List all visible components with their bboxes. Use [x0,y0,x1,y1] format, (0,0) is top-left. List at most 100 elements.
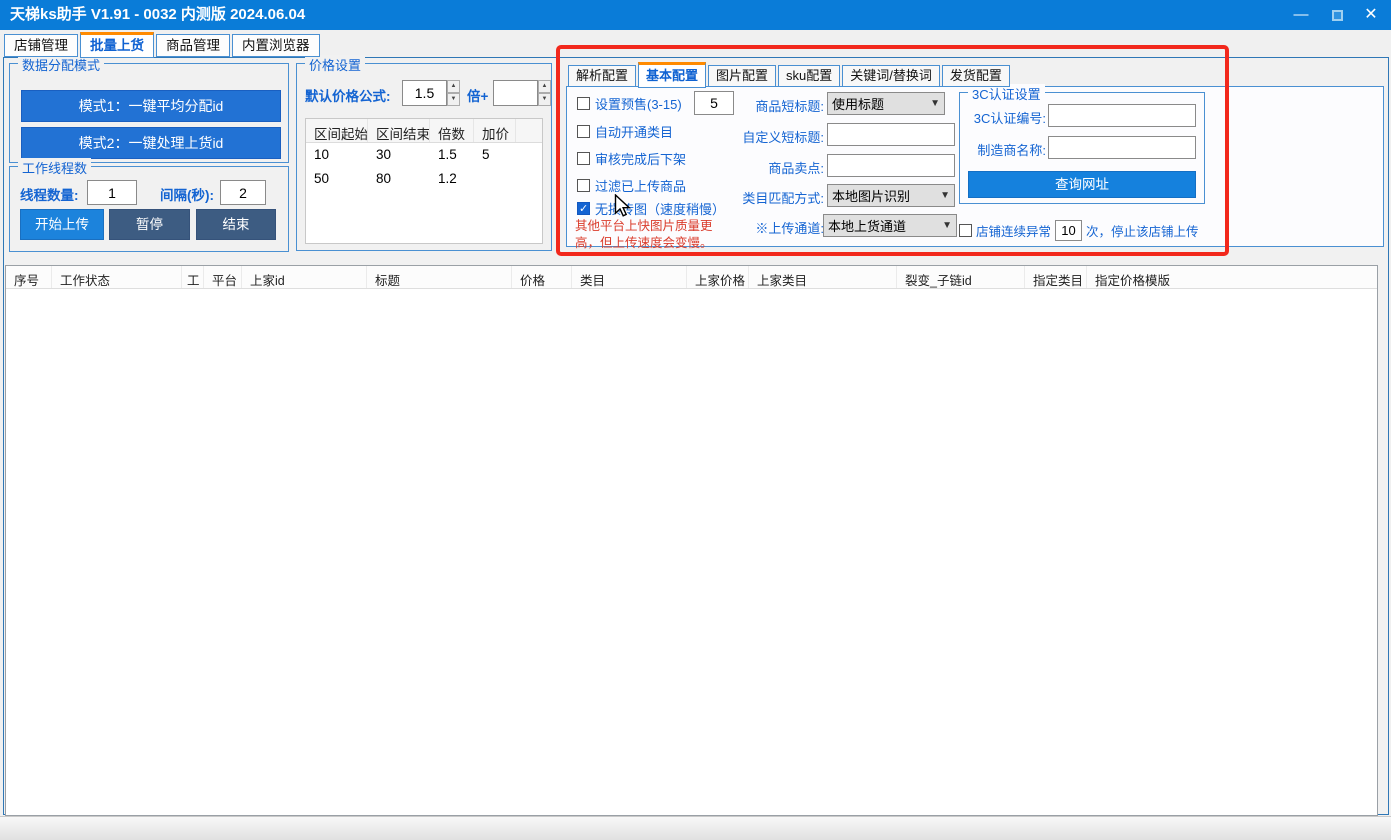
minimize-icon: — [1294,6,1309,23]
col-category[interactable]: 类目 [572,266,687,288]
tab-image-config[interactable]: 图片配置 [708,65,776,87]
checkbox-delist-after-review[interactable]: 审核完成后下架 [577,149,686,168]
chevron-down-icon: ▼ [942,220,952,231]
upload-channel-select[interactable]: 本地上货通道 ▼ [823,214,957,237]
price-table-header: 区间起始 区间结束 倍数 加价 [306,119,542,143]
mode1-button[interactable]: 模式1：一键平均分配id [21,90,281,122]
multiplier-label: 倍+ [467,85,488,105]
checkbox-presale[interactable]: 设置预售(3-15) [577,94,682,113]
thread-count-input[interactable] [87,180,137,205]
manufacturer-input[interactable] [1048,136,1196,159]
col-supplier-price[interactable]: 上家价格 [687,266,749,288]
close-icon: ✕ [1364,6,1377,23]
custom-short-title-label: 自定义短标题: [689,127,824,146]
spin-up-icon[interactable]: ▲ [538,80,551,93]
spin-down-icon[interactable]: ▼ [447,93,460,106]
category-match-select[interactable]: 本地图片识别 ▼ [827,184,955,207]
short-title-select[interactable]: 使用标题 ▼ [827,92,945,115]
formula-input[interactable] [402,80,447,106]
checkbox-icon[interactable] [959,224,972,237]
price-add-input[interactable] [493,80,538,106]
list-body-empty [6,289,1377,816]
col-work-status[interactable]: 工作状态 [52,266,182,288]
price-add-spinner[interactable]: ▲▼ [538,80,551,106]
thread-group: 工作线程数 线程数量: 间隔(秒): 开始上传 暂停 结束 [9,166,289,252]
list-header-row: 序号 工作状态 工 平台 上家id 标题 价格 类目 上家价格 上家类目 裂变_… [6,266,1377,289]
tab-keyword-replace[interactable]: 关键词/替换词 [842,65,940,87]
checkbox-auto-open-category[interactable]: 自动开通类目 [577,122,673,141]
default-formula-label: 默认价格公式: [305,85,391,105]
checkbox-icon[interactable] [577,97,590,110]
custom-short-title-input[interactable] [827,123,955,146]
price-col-add: 加价 [474,119,516,142]
data-mode-group: 数据分配模式 模式1：一键平均分配id 模式2：一键处理上货id [9,63,289,163]
window-title: 天梯ks助手 V1.91 - 0032 内测版 2024.06.04 [10,0,305,30]
price-group: 价格设置 默认价格公式: ▲▼ 倍+ ▲▼ 区间起始 区间结束 倍数 加价 10… [296,63,552,251]
checkbox-icon[interactable] [577,152,590,165]
price-col-multiplier: 倍数 [430,119,474,142]
shop-abnormal-suffix: 次，停止该店铺上传 [1086,221,1199,240]
manufacturer-label: 制造商名称: [962,140,1046,159]
thread-count-label: 线程数量: [20,184,79,204]
col-price[interactable]: 价格 [512,266,572,288]
checkbox-icon[interactable] [577,125,590,138]
checkbox-checked-icon[interactable] [577,202,590,215]
checkbox-icon[interactable] [577,179,590,192]
custom-short-title-field [827,123,955,146]
close-button[interactable]: ✕ [1353,0,1389,30]
tab-product-management[interactable]: 商品管理 [156,34,230,57]
price-col-start: 区间起始 [306,119,368,142]
col-title[interactable]: 标题 [367,266,512,288]
maximize-button[interactable] [1319,0,1355,30]
mode2-button[interactable]: 模式2：一键处理上货id [21,127,281,159]
col-assigned-category[interactable]: 指定类目 [1025,266,1087,288]
formula-spinner[interactable]: ▲▼ [447,80,460,106]
price-table-row[interactable]: 50 80 1.2 [306,167,542,191]
tab-basic-config[interactable]: 基本配置 [638,62,706,88]
category-match-label: 类目匹配方式: [689,188,824,207]
tab-parse-config[interactable]: 解析配置 [568,65,636,87]
batch-upload-page: 数据分配模式 模式1：一键平均分配id 模式2：一键处理上货id 工作线程数 线… [3,57,1389,815]
col-supplier-id[interactable]: 上家id [242,266,367,288]
col-truncated[interactable]: 工 [182,266,204,288]
config-tab-control: 解析配置 基本配置 图片配置 sku配置 关键词/替换词 发货配置 设置预售(3… [566,61,1384,247]
tab-sku-config[interactable]: sku配置 [778,65,840,87]
col-index[interactable]: 序号 [6,266,52,288]
chevron-down-icon: ▼ [940,190,950,201]
c3-cert-number-input[interactable] [1048,104,1196,127]
tab-shipping-config[interactable]: 发货配置 [942,65,1010,87]
pause-button[interactable]: 暂停 [109,209,190,240]
col-fission-sublink-id[interactable]: 裂变_子链id [897,266,1025,288]
col-platform[interactable]: 平台 [204,266,242,288]
tab-batch-upload[interactable]: 批量上货 [80,32,154,58]
start-upload-button[interactable]: 开始上传 [20,209,104,240]
config-tab-strip: 解析配置 基本配置 图片配置 sku配置 关键词/替换词 发货配置 [568,61,1012,87]
price-group-title: 价格设置 [305,55,365,74]
status-bar [0,816,1391,840]
price-table-row[interactable]: 10 30 1.5 5 [306,143,542,167]
app-window: 天梯ks助手 V1.91 - 0032 内测版 2024.06.04 — ✕ 店… [0,0,1391,840]
interval-label: 间隔(秒): [160,184,214,204]
price-col-end: 区间结束 [368,119,430,142]
maximize-icon [1332,10,1343,21]
selling-point-input[interactable] [827,154,955,177]
title-bar: 天梯ks助手 V1.91 - 0032 内测版 2024.06.04 — ✕ [0,0,1391,30]
shop-abnormal-prefix: 店铺连续异常 [976,221,1051,240]
price-range-table: 区间起始 区间结束 倍数 加价 10 30 1.5 5 50 80 1.2 [305,118,543,244]
tab-shop-management[interactable]: 店铺管理 [4,34,78,57]
abnormal-count-input[interactable] [1055,220,1082,241]
c3-cert-number-label: 3C认证编号: [962,108,1046,127]
query-url-button[interactable]: 查询网址 [968,171,1196,198]
col-supplier-category[interactable]: 上家类目 [749,266,897,288]
spin-down-icon[interactable]: ▼ [538,93,551,106]
minimize-button[interactable]: — [1283,0,1319,30]
spin-up-icon[interactable]: ▲ [447,80,460,93]
selling-point-field [827,154,955,177]
thread-group-title: 工作线程数 [18,158,91,177]
c3-cert-group: 3C认证设置 3C认证编号: 制造商名称: 查询网址 [959,92,1205,204]
col-assigned-price-template[interactable]: 指定价格模版 [1087,266,1377,288]
stop-button[interactable]: 结束 [196,209,276,240]
tab-builtin-browser[interactable]: 内置浏览器 [232,34,320,57]
checkbox-filter-uploaded[interactable]: 过滤已上传商品 [577,176,686,195]
interval-input[interactable] [220,180,266,205]
